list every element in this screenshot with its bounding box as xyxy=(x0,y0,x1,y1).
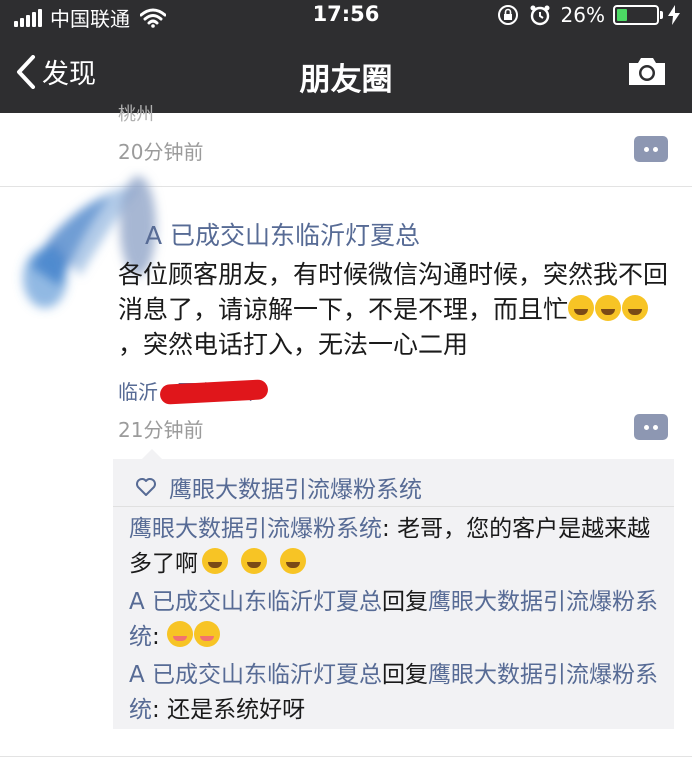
navigation-bar: 发现 朋友圈 xyxy=(0,32,692,113)
crying-laughing-emoji-icon xyxy=(241,548,267,574)
previous-post-time: 20分钟前 xyxy=(118,140,204,164)
previous-post-cut-text: 桃州 xyxy=(118,104,154,125)
post-author-name[interactable]: A 已成交山东临沂灯夏总 xyxy=(145,216,420,252)
battery-percent: 26% xyxy=(560,3,605,27)
post-comment-button[interactable] xyxy=(634,414,668,440)
comment-user[interactable]: A 已成交山东临沂灯夏总 xyxy=(129,662,382,688)
previous-post-comment-button[interactable] xyxy=(634,136,668,162)
comment-item[interactable]: A 已成交山东临沂灯夏总回复鹰眼大数据引流爆粉系统: xyxy=(129,585,664,655)
camera-icon[interactable] xyxy=(626,54,668,88)
comment-user[interactable]: 鹰眼大数据引流爆粉系统 xyxy=(129,516,382,542)
battery-icon xyxy=(613,5,659,25)
post-divider xyxy=(0,756,692,757)
crying-laughing-emoji-icon xyxy=(280,548,306,574)
crying-laughing-emoji-icon xyxy=(595,295,622,321)
comment-user[interactable]: A 已成交山东临沂灯夏总 xyxy=(129,589,382,615)
page-title: 朋友圈 xyxy=(299,62,393,98)
post-time: 21分钟前 xyxy=(118,418,204,442)
charging-bolt-icon xyxy=(668,5,680,25)
orientation-lock-icon xyxy=(497,5,518,25)
comment-item[interactable]: A 已成交山东临沂灯夏总回复鹰眼大数据引流爆粉系统: 还是系统好呀 xyxy=(129,658,664,728)
blushing-emoji-icon xyxy=(167,621,194,647)
post-text: 各位顾客朋友，有时候微信沟通时候，突然我不回消息了，请谅解一下，不是不理，而且忙… xyxy=(118,260,669,359)
blushing-emoji-icon xyxy=(194,621,221,647)
comment-item[interactable]: 鹰眼大数据引流爆粉系统: 老哥，您的客户是越来越多了啊 xyxy=(129,512,664,582)
comment-text: 还是系统好呀 xyxy=(167,697,306,723)
likes-row: 鹰眼大数据引流爆粉系统 xyxy=(135,470,422,504)
top-bar: 中国联通 17:56 26% 发现 朋友圈 xyxy=(0,0,692,113)
crying-laughing-emoji-icon xyxy=(202,548,228,574)
alarm-icon xyxy=(530,5,550,26)
like-user-name[interactable]: 鹰眼大数据引流爆粉系统 xyxy=(169,470,422,504)
crying-laughing-emoji-icon xyxy=(622,295,649,321)
heart-icon xyxy=(136,478,156,496)
crying-laughing-emoji-icon xyxy=(568,295,595,321)
status-bar: 中国联通 17:56 26% xyxy=(0,0,692,32)
